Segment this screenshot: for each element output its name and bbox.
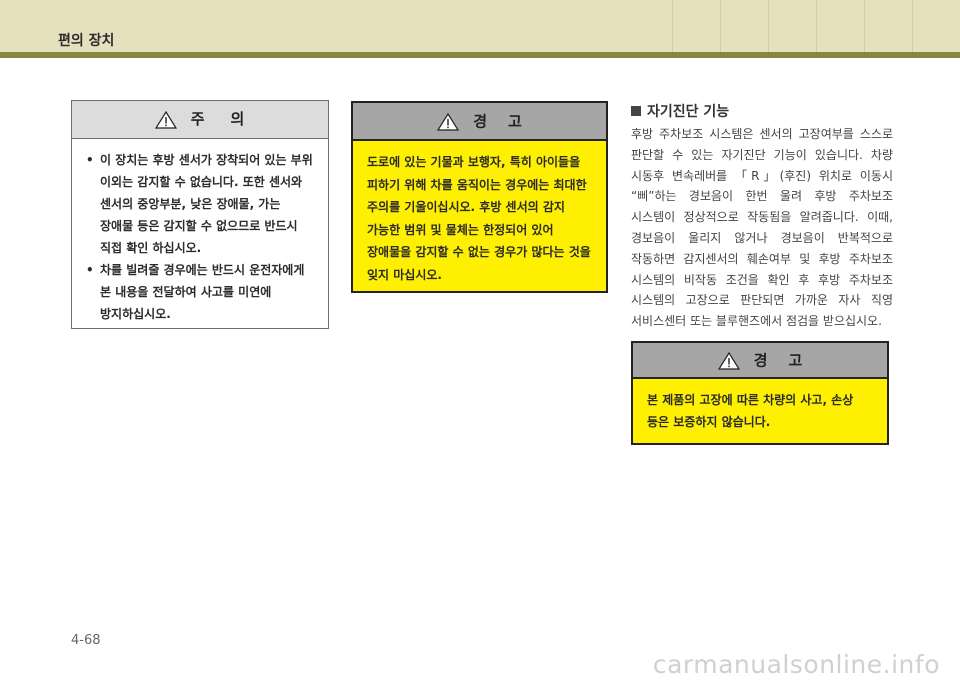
square-bullet-icon bbox=[631, 106, 641, 116]
warning-triangle-icon bbox=[717, 351, 740, 370]
header-divider bbox=[768, 0, 817, 52]
warning-text: 본 제품의 고장에 따른 차량의 사고, 손상 등은 보증하지 않습니다. bbox=[647, 393, 854, 429]
header-divider bbox=[672, 0, 721, 52]
warning-triangle-icon bbox=[437, 112, 460, 131]
warning-box: 경 고 본 제품의 고장에 따른 차량의 사고, 손상 등은 보증하지 않습니다… bbox=[631, 341, 889, 445]
header-divider bbox=[912, 0, 960, 52]
warning-header: 경 고 bbox=[353, 103, 606, 141]
caution-box: 주 의 이 장치는 후방 센서가 장착되어 있는 부위 이외는 감지할 수 없습… bbox=[71, 100, 329, 329]
section-title: 편의 장치 bbox=[58, 33, 115, 49]
warning-header: 경 고 bbox=[633, 343, 887, 379]
caution-header: 주 의 bbox=[72, 101, 328, 139]
self-diagnosis-title: 자기진단 기능 bbox=[647, 104, 730, 120]
watermark: carmanualsonline.info bbox=[652, 650, 940, 679]
caution-item: 이 장치는 후방 센서가 장착되어 있는 부위 이외는 감지할 수 없습니다. … bbox=[86, 149, 316, 259]
header-divider bbox=[816, 0, 865, 52]
page-header: 편의 장치 bbox=[0, 0, 960, 52]
warning-triangle-icon bbox=[154, 110, 177, 129]
self-diagnosis-heading: 자기진단 기능 bbox=[631, 101, 729, 121]
header-rule bbox=[0, 52, 960, 58]
caution-item: 차를 빌려줄 경우에는 반드시 운전자에게 본 내용을 전달하여 사고를 미연에… bbox=[86, 259, 316, 325]
page-number: 4-68 bbox=[71, 633, 101, 648]
warning-title: 경 고 bbox=[753, 351, 803, 370]
caution-list: 이 장치는 후방 센서가 장착되어 있는 부위 이외는 감지할 수 없습니다. … bbox=[72, 149, 328, 325]
header-divider bbox=[864, 0, 913, 52]
header-divider bbox=[720, 0, 769, 52]
warning-text: 도로에 있는 기물과 보행자, 특히 아이들을 피하기 위해 차를 움직이는 경… bbox=[367, 155, 591, 282]
caution-title: 주 의 bbox=[190, 110, 246, 128]
self-diagnosis-body: 후방 주차보조 시스템은 센서의 고장여부를 스스로 판단할 수 있는 자기진단… bbox=[631, 127, 893, 329]
warning-title: 경 고 bbox=[473, 112, 522, 131]
warning-box: 경 고 도로에 있는 기물과 보행자, 특히 아이들을 피하기 위해 차를 움직… bbox=[351, 101, 608, 293]
